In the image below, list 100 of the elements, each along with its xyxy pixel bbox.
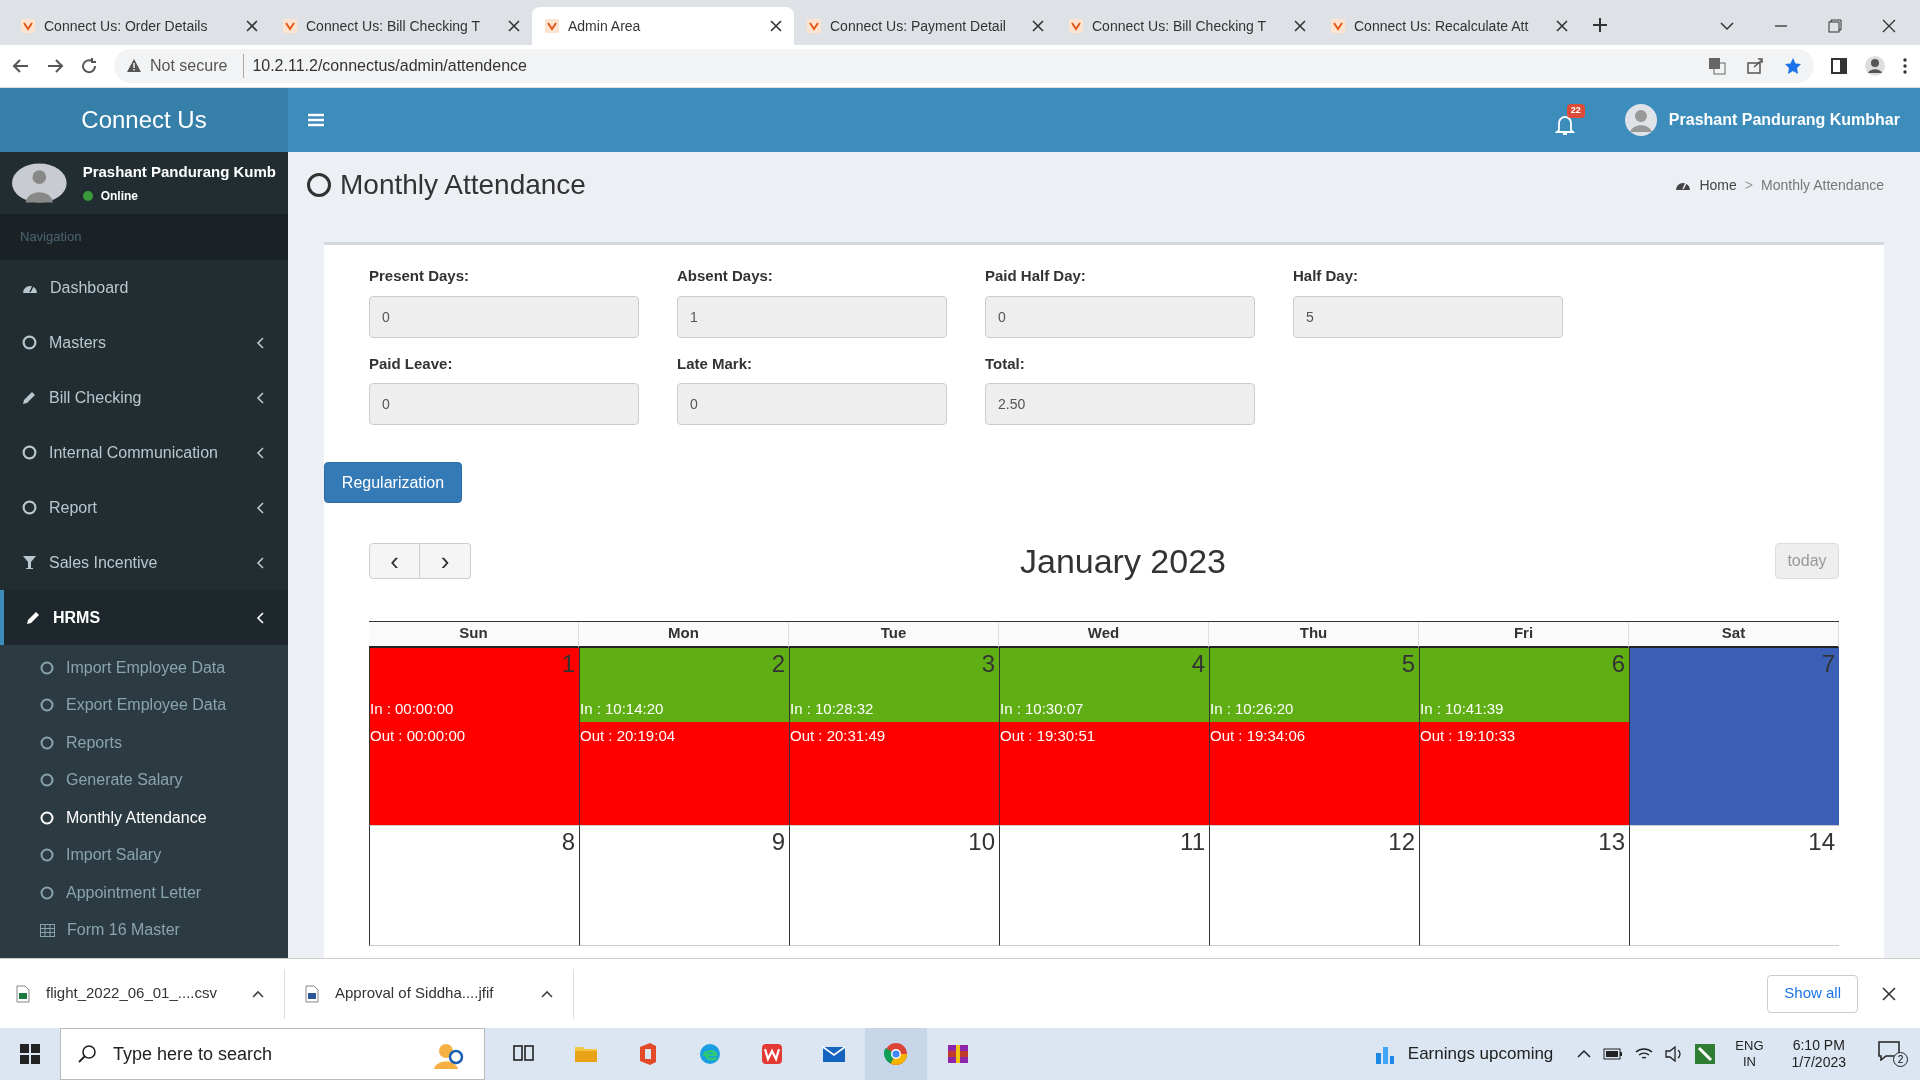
input-field[interactable]: 2.50 <box>985 383 1255 425</box>
language-indicator[interactable]: ENG IN <box>1735 1037 1764 1071</box>
letter-w-icon[interactable] <box>760 1042 784 1066</box>
taskbar-search-bar[interactable]: Type here to search <box>60 1028 485 1080</box>
page-title: Monthly Attendance <box>340 168 586 202</box>
table-icon <box>40 923 55 937</box>
windows-start-icon[interactable] <box>20 1044 40 1064</box>
tab-search-icon[interactable] <box>1720 21 1734 31</box>
back-icon[interactable] <box>12 57 30 75</box>
tab-title: Admin Area <box>568 16 642 36</box>
nav-item[interactable]: Internal Communication <box>0 425 288 480</box>
day-number: 11 <box>1179 827 1206 857</box>
input-field[interactable]: 0 <box>369 383 639 425</box>
restore-icon[interactable] <box>1828 19 1842 33</box>
browser-tab[interactable]: Connect Us: Payment Detail <box>794 7 1056 45</box>
nav-item[interactable]: Masters <box>0 315 288 370</box>
battery-icon[interactable] <box>1603 1048 1624 1060</box>
weekday-header: Wed <box>999 622 1209 648</box>
reload-icon[interactable] <box>80 57 98 75</box>
menu-icon[interactable] <box>308 113 324 127</box>
input-field[interactable]: 5 <box>1293 295 1563 338</box>
favicon-icon <box>282 18 298 34</box>
close-icon[interactable] <box>1556 20 1568 32</box>
translate-icon[interactable] <box>1708 57 1726 75</box>
user-menu[interactable]: Prashant Pandurang Kumbhar <box>1668 108 1900 132</box>
nav-item[interactable]: Sales Incentive <box>0 535 288 590</box>
bell-icon <box>1554 114 1575 136</box>
archive-icon[interactable] <box>946 1042 970 1066</box>
download-item[interactable]: Approval of Siddha....jfif <box>305 968 574 1019</box>
circle-icon <box>40 660 54 675</box>
close-icon[interactable] <box>1882 19 1896 33</box>
check-out-time: Out : 19:10:33 <box>1420 727 1516 744</box>
news-widget[interactable]: Earnings upcoming <box>1373 1041 1554 1067</box>
show-all-button[interactable]: Show all <box>1767 974 1858 1013</box>
input-field[interactable]: 0 <box>985 295 1255 338</box>
breadcrumb-separator: > <box>1744 175 1753 195</box>
browser-tab[interactable]: Connect Us: Order Details <box>8 7 270 45</box>
speaker-icon[interactable] <box>1665 1046 1684 1062</box>
browser-tab[interactable]: Connect Us: Recalculate Att <box>1318 7 1580 45</box>
nav-subitem[interactable]: Import Employee Data <box>0 649 288 687</box>
close-icon[interactable] <box>1294 20 1306 32</box>
input-field[interactable]: 1 <box>677 295 947 338</box>
notifications-button[interactable]: 22 <box>1554 104 1585 136</box>
share-icon[interactable] <box>1746 57 1764 75</box>
star-icon[interactable] <box>1784 57 1802 75</box>
notification-count: 2 <box>1893 1052 1908 1067</box>
image-file-icon <box>305 984 319 1003</box>
day-number: 2 <box>770 649 786 679</box>
new-tab-icon[interactable] <box>1592 17 1608 33</box>
clock[interactable]: 6:10 PM 1/7/2023 <box>1791 1036 1846 1072</box>
browser-tab[interactable]: Admin Area <box>532 7 794 45</box>
close-icon[interactable] <box>1882 986 1896 1001</box>
wifi-icon[interactable] <box>1635 1046 1654 1062</box>
nav-subitem[interactable]: Export Employee Data <box>0 686 288 724</box>
tab-title: Connect Us: Payment Detail <box>830 16 1007 36</box>
more-icon[interactable] <box>1902 57 1908 75</box>
browser-tab[interactable]: Connect Us: Bill Checking T <box>270 7 532 45</box>
check-out-time: Out : 19:30:51 <box>1000 727 1096 744</box>
side-panel-icon[interactable] <box>1830 57 1848 75</box>
close-icon[interactable] <box>1032 20 1044 32</box>
day-number: 9 <box>770 827 786 857</box>
profile-icon[interactable] <box>1864 55 1886 77</box>
forward-icon[interactable] <box>46 57 64 75</box>
close-icon[interactable] <box>770 20 782 32</box>
previous-button[interactable]: ‹ <box>369 543 420 579</box>
nav-subitem[interactable]: Appointment Letter <box>0 874 288 912</box>
check-in-time: In : 10:14:20 <box>580 698 665 719</box>
input-field[interactable]: 0 <box>369 295 639 338</box>
next-button[interactable]: › <box>420 543 471 579</box>
regularization-button[interactable]: Regularization <box>324 462 462 503</box>
chevron-up-icon[interactable] <box>1577 1049 1592 1059</box>
address-bar[interactable]: Not secure 10.2.11.2/connectus/admin/attendence <box>114 49 1814 83</box>
nav-subitem[interactable]: Monthly Attendance <box>0 799 288 837</box>
nav-subitem[interactable]: Form 16 Master <box>0 911 288 949</box>
close-icon[interactable] <box>508 20 520 32</box>
nav-subitem[interactable]: Reports <box>0 724 288 762</box>
caret-icon <box>252 989 264 998</box>
weekday-header: Thu <box>1209 622 1419 648</box>
nav-subitem[interactable]: Import Salary <box>0 836 288 874</box>
notification-center-button[interactable]: 2 <box>1878 1041 1908 1067</box>
browser-tab[interactable]: Connect Us: Bill Checking T <box>1056 7 1318 45</box>
circle-icon <box>22 500 37 515</box>
day-number: 8 <box>560 827 576 857</box>
nav-subitem[interactable]: Generate Salary <box>0 761 288 799</box>
circle-icon <box>40 810 54 825</box>
field-label: Half Day: <box>1293 266 1360 286</box>
check-in-time: In : 10:41:39 <box>1420 698 1505 719</box>
weekday-header: Tue <box>789 622 999 648</box>
app-tray-icon[interactable] <box>1695 1044 1716 1064</box>
input-field[interactable]: 0 <box>677 383 947 425</box>
nav-item[interactable]: Dashboard <box>0 260 288 315</box>
breadcrumb-link[interactable]: Home <box>1699 174 1737 196</box>
day-number: 5 <box>1400 649 1416 679</box>
download-item[interactable]: flight_2022_06_01_....csv <box>16 968 285 1019</box>
nav-item[interactable]: Bill Checking <box>0 370 288 425</box>
browser-chrome-icon[interactable] <box>884 1042 908 1066</box>
close-icon[interactable] <box>246 20 258 32</box>
circle-icon <box>40 735 54 750</box>
nav-item[interactable]: Report <box>0 480 288 535</box>
nav-item[interactable]: HRMS <box>0 590 288 645</box>
